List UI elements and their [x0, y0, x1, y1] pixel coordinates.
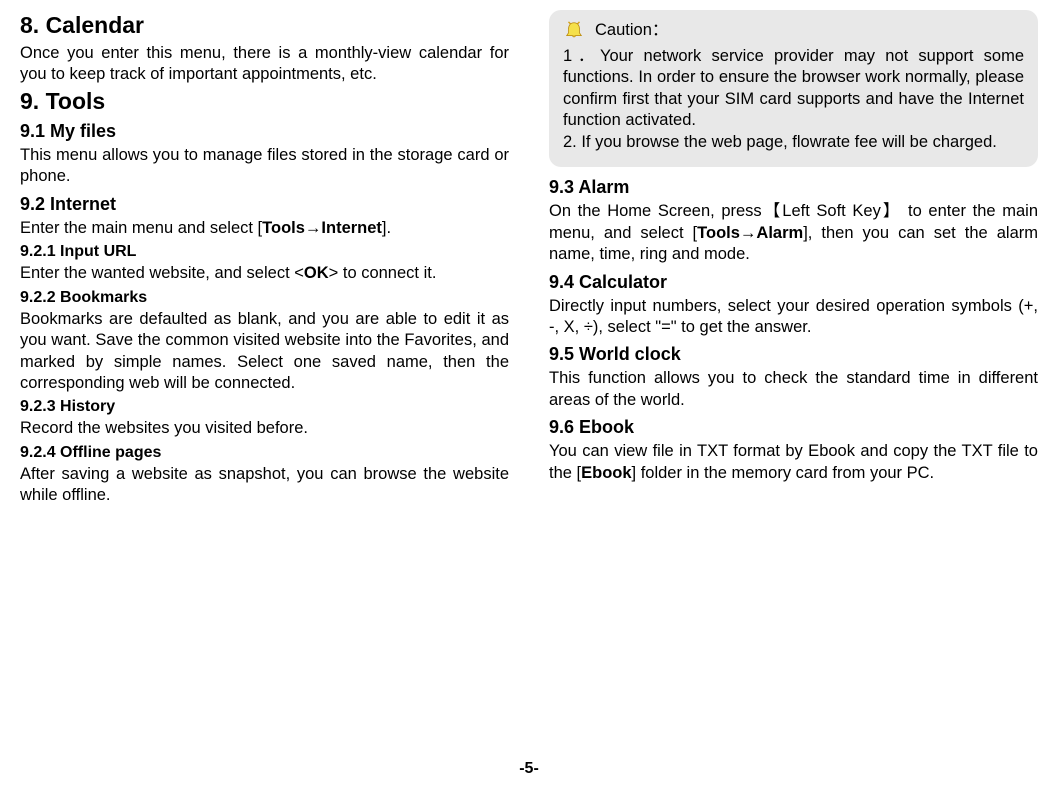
heading-ebook: 9.6 Ebook	[549, 417, 1038, 438]
text-segment: ] folder in the memory card from your PC…	[632, 464, 935, 482]
para-worldclock: This function allows you to check the st…	[549, 368, 1038, 411]
heading-worldclock: 9.5 World clock	[549, 344, 1038, 365]
right-column: Caution： 1．Your network service provider…	[549, 10, 1038, 750]
page-body: 8. Calendar Once you enter this menu, th…	[20, 10, 1038, 750]
bold-text: Ebook	[581, 464, 631, 482]
caution-text-2: 2. If you browse the web page, flowrate …	[563, 132, 1024, 153]
bold-text: Tools→Alarm	[697, 224, 803, 242]
caution-label: Caution：	[595, 20, 668, 41]
heading-offline: 9.2.4 Offline pages	[20, 444, 509, 462]
caution-title-row: Caution：	[563, 20, 1024, 42]
caution-text-1: 1．Your network service provider may not …	[563, 46, 1024, 132]
bold-text: Tools→Internet	[262, 219, 382, 237]
para-inputurl: Enter the wanted website, and select <OK…	[20, 263, 509, 284]
heading-calendar: 8. Calendar	[20, 12, 509, 39]
heading-myfiles: 9.1 My files	[20, 121, 509, 142]
para-myfiles: This menu allows you to manage files sto…	[20, 145, 509, 188]
para-calculator: Directly input numbers, select your desi…	[549, 296, 1038, 339]
heading-tools: 9. Tools	[20, 88, 509, 115]
para-internet: Enter the main menu and select [Tools→In…	[20, 218, 509, 239]
caution-box: Caution： 1．Your network service provider…	[549, 10, 1038, 167]
heading-internet: 9.2 Internet	[20, 194, 509, 215]
text-segment: > to connect it.	[329, 264, 437, 282]
para-bookmarks: Bookmarks are defaulted as blank, and yo…	[20, 309, 509, 395]
para-offline: After saving a website as snapshot, you …	[20, 464, 509, 507]
para-history: Record the websites you visited before.	[20, 418, 509, 439]
text-segment: Enter the main menu and select [	[20, 219, 262, 237]
para-alarm: On the Home Screen, press【Left Soft Key】…	[549, 201, 1038, 265]
heading-inputurl: 9.2.1 Input URL	[20, 243, 509, 261]
left-column: 8. Calendar Once you enter this menu, th…	[20, 10, 509, 750]
page-number: -5-	[20, 760, 1038, 778]
para-ebook: You can view file in TXT format by Ebook…	[549, 441, 1038, 484]
heading-calculator: 9.4 Calculator	[549, 272, 1038, 293]
bold-text: OK	[304, 264, 329, 282]
para-calendar: Once you enter this menu, there is a mon…	[20, 43, 509, 86]
heading-history: 9.2.3 History	[20, 398, 509, 416]
bell-icon	[563, 20, 585, 42]
heading-alarm: 9.3 Alarm	[549, 177, 1038, 198]
text-segment: ].	[382, 219, 391, 237]
heading-bookmarks: 9.2.2 Bookmarks	[20, 289, 509, 307]
text-segment: Enter the wanted website, and select <	[20, 264, 304, 282]
